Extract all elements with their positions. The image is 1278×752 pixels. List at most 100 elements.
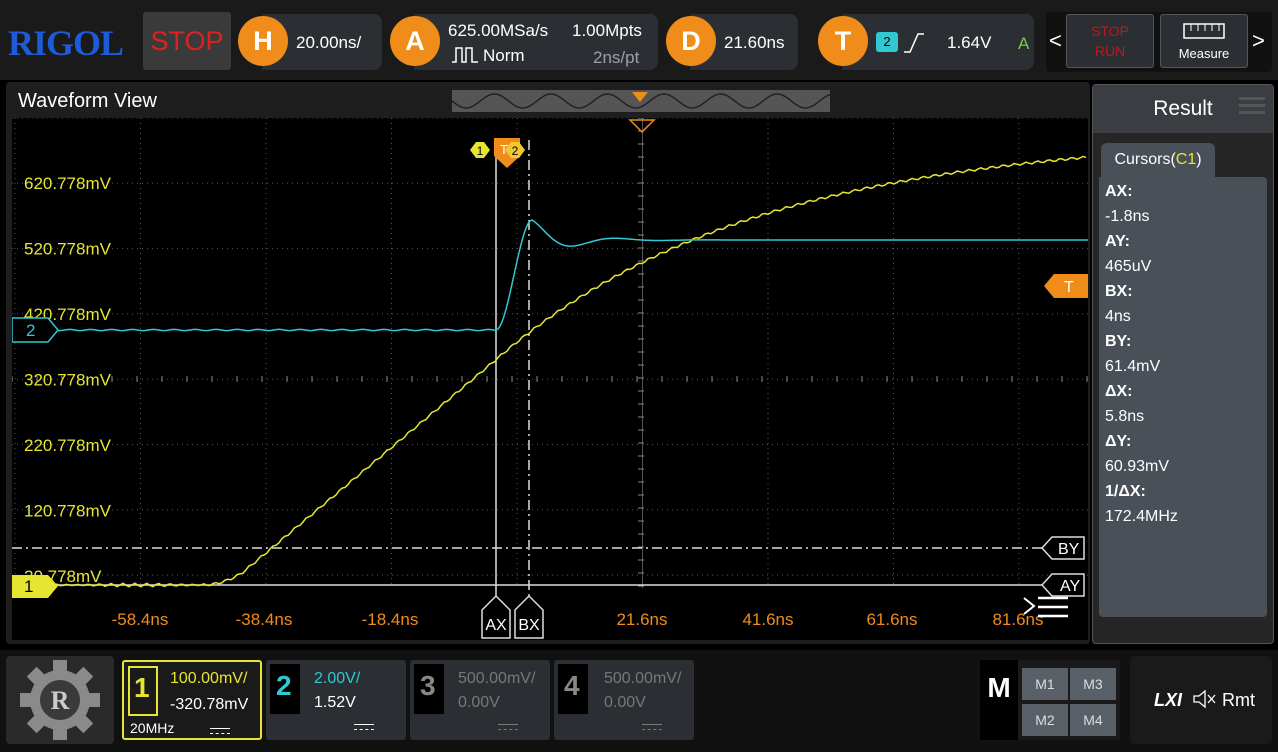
next-chevron-icon[interactable]: > (1252, 28, 1265, 54)
bx-key: BX: (1105, 283, 1133, 300)
y-tick-label: 520.778mV (24, 240, 112, 259)
dy-value: 60.93mV (1105, 458, 1170, 475)
by-key: BY: (1105, 333, 1132, 350)
waveform-view-title: Waveform View (18, 90, 157, 112)
cursors-tab[interactable]: Cursors(C1) (1101, 143, 1215, 177)
ay-value: 465uV (1105, 258, 1152, 275)
ax-cursor-label: AX (485, 617, 507, 634)
by-cursor-label: BY (1058, 541, 1080, 558)
dx-value: 5.8ns (1105, 408, 1145, 425)
trigger-panel[interactable] (842, 14, 1034, 70)
y-tick-label: 120.778mV (24, 502, 112, 521)
ch1-top-label: 1 (477, 144, 484, 158)
lxi-label: LXI (1154, 690, 1183, 710)
run-status[interactable]: STOP (143, 12, 231, 70)
memory-depth: 1.00Mpts (572, 21, 642, 40)
acquire-resolution: 2ns/pt (593, 48, 640, 67)
math-m2[interactable]: M2 (1022, 704, 1068, 736)
trigger-mode: A (1018, 34, 1030, 53)
x-tick-label: -58.4ns (112, 610, 169, 629)
math-m3[interactable]: M3 (1070, 668, 1116, 700)
acq-waveform-icon (452, 47, 478, 63)
run-label: RUN (1094, 43, 1126, 59)
x-tick-label: 41.6ns (742, 610, 793, 629)
x-tick-label: 81.6ns (992, 610, 1043, 629)
ch2-offset: 1.52V (314, 694, 356, 711)
sample-rate: 625.00MSa/s (448, 21, 549, 40)
x-tick-label: 21.6ns (616, 610, 667, 629)
by-value: 61.4mV (1105, 358, 1161, 375)
trigger-level: 1.64V (947, 33, 992, 52)
status-panel: LXI Rmt (1130, 656, 1272, 744)
inv-dx-value: 172.4MHz (1105, 508, 1178, 525)
memory-overview-bar[interactable] (452, 90, 830, 112)
x-tick-label: 61.6ns (866, 610, 917, 629)
ch4-coupling-icon (642, 724, 662, 730)
cursors-tab-channel: C1 (1175, 151, 1197, 168)
stop-run-button[interactable]: STOP RUN (1066, 14, 1154, 68)
channel2-box[interactable]: 2 2.00V/ 1.52V (266, 660, 406, 740)
ch2-top-label: 2 (512, 144, 519, 158)
x-tick-label: -18.4ns (362, 610, 419, 629)
ch3-scale: 500.00mV/ (458, 670, 536, 687)
y-tick-label: 220.778mV (24, 436, 112, 455)
ch4-scale: 500.00mV/ (604, 670, 682, 687)
channel3-box[interactable]: 3 500.00mV/ 0.00V (410, 660, 550, 740)
ch4-number: 4 (564, 670, 580, 701)
y-tick-label: 620.778mV (24, 174, 112, 193)
home-button[interactable]: R (6, 656, 114, 744)
timebase-value: 20.00ns/ (296, 33, 362, 52)
acquire-mode: Norm (483, 46, 525, 65)
ax-value: -1.8ns (1105, 208, 1150, 225)
ch2-scale: 2.00V/ (314, 670, 361, 687)
inv-dx-key: 1/ΔX: (1105, 483, 1146, 500)
ay-cursor-label: AY (1060, 578, 1080, 595)
ch1-scale: 100.00mV/ (170, 670, 248, 687)
ch3-number: 3 (420, 670, 436, 701)
bx-value: 4ns (1105, 308, 1131, 325)
dy-key: ΔY: (1105, 433, 1132, 450)
y-tick-label: 320.778mV (24, 371, 112, 390)
delay-badge[interactable]: D (666, 16, 716, 66)
svg-text:R: R (51, 686, 70, 715)
ch1-bandwidth: 20MHz (130, 720, 175, 736)
ch2-offset-label: 2 (26, 321, 35, 340)
trigger-level-label: T (1064, 279, 1074, 296)
measure-label: Measure (1178, 46, 1230, 61)
math-panel[interactable]: M M1 M3 M2 M4 (980, 660, 1120, 740)
rising-edge-icon (904, 33, 924, 53)
ch2-coupling-icon (354, 724, 374, 730)
math-m4[interactable]: M4 (1070, 704, 1116, 736)
cursor-readouts: AX: -1.8ns AY: 465uV BX: 4ns BY: 61.4mV … (1099, 177, 1267, 617)
acquire-badge[interactable]: A (390, 16, 440, 66)
ax-key: AX: (1105, 183, 1133, 200)
ay-key: AY: (1105, 233, 1130, 250)
gear-logo-icon: R (20, 660, 100, 740)
ch1-offset-label: 1 (24, 577, 33, 596)
ch2-number: 2 (276, 670, 292, 701)
measure-button[interactable]: Measure (1160, 14, 1248, 68)
speaker-mute-icon[interactable] (1192, 688, 1218, 710)
result-menu-icon[interactable] (1239, 97, 1265, 100)
delay-value: 21.60ns (724, 33, 785, 52)
x-tick-label: -38.4ns (236, 610, 293, 629)
stop-label: STOP (1091, 23, 1129, 39)
remote-label: Rmt (1222, 690, 1255, 710)
channel4-box[interactable]: 4 500.00mV/ 0.00V (554, 660, 694, 740)
horizontal-badge[interactable]: H (238, 16, 288, 66)
ch3-offset: 0.00V (458, 694, 500, 711)
math-m1[interactable]: M1 (1022, 668, 1068, 700)
ch1-offset: -320.78mV (170, 696, 249, 713)
math-label: M (980, 660, 1018, 740)
dx-key: ΔX: (1105, 383, 1133, 400)
channel1-box[interactable]: 1 100.00mV/ -320.78mV 20MHz (122, 660, 262, 740)
waveform-display[interactable]: 620.778mV520.778mV420.778mV320.778mV220.… (12, 118, 1088, 640)
trigger-source: 2 (876, 32, 898, 52)
result-title: Result (1093, 85, 1273, 133)
ch1-number: 1 (134, 672, 150, 703)
result-panel: Result Cursors(C1) AX: -1.8ns AY: 465uV … (1092, 84, 1274, 644)
trigger-badge[interactable]: T (818, 16, 868, 66)
cursors-tab-label: Cursors (1114, 151, 1171, 168)
ch3-coupling-icon (498, 724, 518, 730)
prev-chevron-icon[interactable]: < (1049, 28, 1062, 54)
